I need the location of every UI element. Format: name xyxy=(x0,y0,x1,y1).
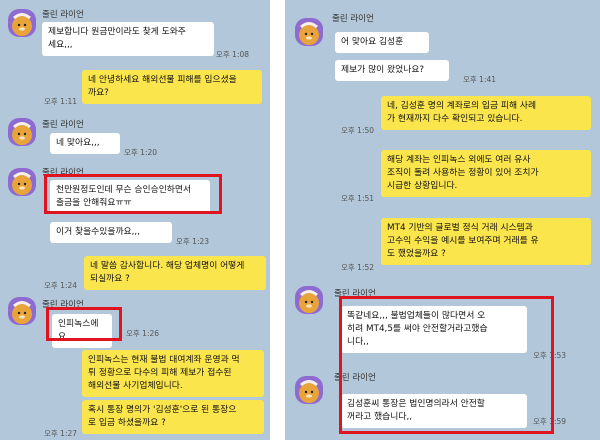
message-bubble: 어 맞아요 김성훈 xyxy=(335,32,429,53)
message-bubble: 인피녹스는 현재 불법 대여계좌 운영과 먹 튀 정황으로 다수의 피해 제보가… xyxy=(82,350,264,397)
message-bubble: 네 말씀 감사합니다. 해당 업체명이 어떻게 되실까요 ? xyxy=(84,256,266,290)
message-time: 오후 1:50 xyxy=(341,126,375,135)
contact-avatar[interactable] xyxy=(295,286,323,314)
message-time: 오후 1:26 xyxy=(126,329,160,338)
contact-name: 줄린 라이언 xyxy=(42,120,84,130)
chat-panel-right[interactable]: 줄린 라이언 어 맞아요 김성훈 제보가 많이 왔었나요? 오후 1:41 네,… xyxy=(285,0,600,440)
message-time: 오후 1:41 xyxy=(463,75,497,84)
lion-icon xyxy=(299,290,319,313)
message-bubble: 제보가 많이 왔었나요? xyxy=(335,60,449,81)
message-bubble: 제보합니다 원금만이라도 찾게 도와주 세요,,, xyxy=(42,22,214,56)
highlight-box xyxy=(44,174,222,214)
message-bubble: 네 안녕하세요 해외선물 피해를 입으셨을 까요? xyxy=(82,70,262,104)
lion-icon xyxy=(12,13,32,36)
contact-name: 줄린 라이언 xyxy=(332,14,374,24)
contact-avatar[interactable] xyxy=(8,118,36,146)
message-bubble: 네 맞아요,,, xyxy=(50,133,120,154)
message-time: 오후 1:20 xyxy=(124,148,158,157)
message-bubble: MT4 기반의 글로벌 정식 거래 시스템과 고수익 수익을 예시를 보여주며 … xyxy=(381,218,591,265)
lion-icon xyxy=(12,301,32,324)
contact-name: 줄린 라이언 xyxy=(42,10,84,20)
message-time: 오후 1:11 xyxy=(44,97,78,106)
lion-icon xyxy=(12,122,32,145)
highlight-box xyxy=(339,296,554,434)
contact-avatar[interactable] xyxy=(295,376,323,404)
lion-icon xyxy=(299,22,319,45)
message-bubble: 혹시 통장 명의가 '김성훈'으로 된 통장으 로 입금 하셨을까요 ? xyxy=(82,400,264,434)
contact-avatar[interactable] xyxy=(8,9,36,37)
lion-icon xyxy=(299,380,319,403)
message-time: 오후 1:23 xyxy=(176,237,210,246)
message-bubble: 이거 찾을수있을까요,,, xyxy=(50,222,172,243)
highlight-box xyxy=(46,307,122,341)
chat-panel-left[interactable]: 줄린 라이언 제보합니다 원금만이라도 찾게 도와주 세요,,, 오후 1:08… xyxy=(0,0,270,440)
message-time: 오후 1:08 xyxy=(216,50,250,59)
message-time: 오후 1:51 xyxy=(341,194,375,203)
contact-avatar[interactable] xyxy=(295,18,323,46)
message-bubble: 해당 계좌는 인피녹스 외에도 여러 유사 조직이 돌려 사용하는 정황이 있어… xyxy=(381,150,591,197)
contact-avatar[interactable] xyxy=(8,168,36,196)
message-time: 오후 1:27 xyxy=(44,429,78,438)
contact-avatar[interactable] xyxy=(8,297,36,325)
message-bubble: 네, 김성훈 명의 계좌로의 입금 피해 사례 가 현재까지 다수 확인되고 있… xyxy=(381,96,591,130)
lion-icon xyxy=(12,172,32,195)
message-time: 오후 1:52 xyxy=(341,263,375,272)
message-time: 오후 1:24 xyxy=(44,281,78,290)
